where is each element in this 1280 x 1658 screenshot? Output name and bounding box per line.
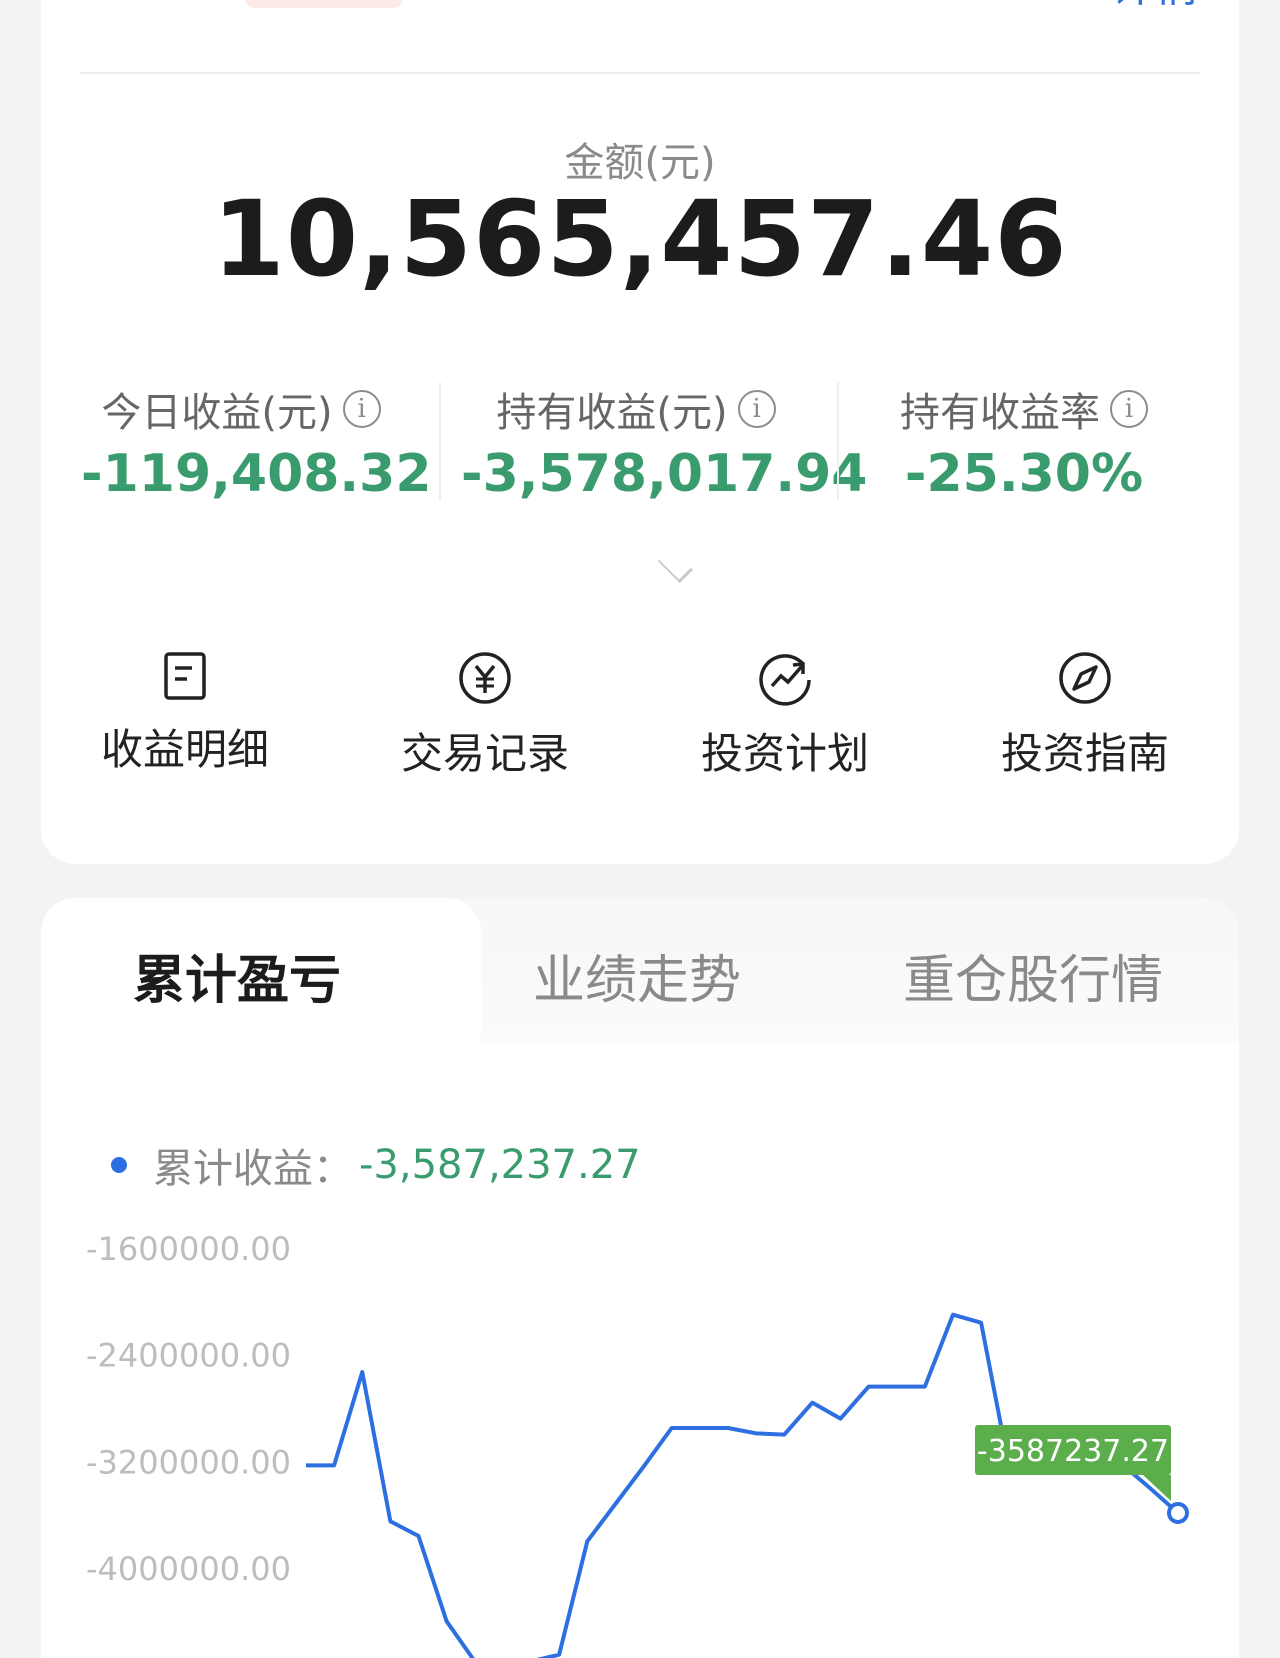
tab-cumulative-pnl[interactable]: 累计盈亏 — [133, 938, 341, 1013]
chart-legend: 累计收益： -3,587,237.27 — [111, 1136, 641, 1194]
tag-badge — [245, 0, 403, 8]
tab-top-holdings[interactable]: 重仓股行情 — [903, 938, 1163, 1013]
menu-profit-details[interactable]: 收益明细 — [65, 650, 305, 777]
summary-card: 详情 金额(元) 10,565,457.46 今日收益(元) i -119,40… — [41, 0, 1239, 864]
chart-card: 累计盈亏 业绩走势 重仓股行情 累计收益： -3,587,237.27 -160… — [41, 898, 1239, 1658]
menu-investment-plan[interactable]: 投资计划 — [665, 650, 905, 781]
menu-investment-guide[interactable]: 投资指南 — [965, 650, 1205, 781]
document-icon — [164, 652, 206, 700]
stat-divider — [439, 382, 441, 500]
stat-holding-rate-label: 持有收益率 — [900, 390, 1100, 436]
menu-label: 收益明细 — [100, 725, 269, 774]
menu-label: 投资计划 — [700, 729, 869, 778]
chevron-down-icon[interactable] — [657, 547, 694, 584]
legend-dot — [111, 1157, 127, 1173]
legend-label: 累计收益： — [153, 1146, 353, 1192]
stat-today-profit: 今日收益(元) i -119,408.32 — [81, 380, 432, 504]
tooltip-value: -3587237.27 — [977, 1434, 1169, 1469]
stat-today-profit-value: -119,408.32 — [81, 444, 432, 504]
stat-holding-profit: 持有收益(元) i -3,578,017.94 — [461, 380, 868, 504]
y-tick-label: -3200000.00 — [86, 1443, 291, 1481]
cumulative-profit-chart: -1600000.00 -2400000.00 -3200000.00 -400000… — [86, 1230, 1189, 1658]
stat-holding-profit-value: -3,578,017.94 — [461, 444, 868, 504]
menu-trade-records[interactable]: 交易记录 — [365, 650, 605, 781]
trend-up-icon — [759, 654, 811, 706]
menu-label: 投资指南 — [1000, 729, 1169, 778]
tab-bar: 累计盈亏 业绩走势 重仓股行情 — [41, 898, 1239, 1042]
y-tick-label: -4000000.00 — [86, 1550, 291, 1588]
menu-label: 交易记录 — [400, 729, 569, 778]
compass-icon — [1059, 652, 1111, 704]
stat-holding-rate: 持有收益率 i -25.30% — [859, 380, 1189, 504]
stat-holding-rate-value: -25.30% — [904, 444, 1144, 504]
divider — [80, 72, 1200, 74]
info-icon[interactable]: i — [1110, 390, 1148, 428]
series-line — [306, 1312, 1180, 1658]
stat-holding-profit-label: 持有收益(元) — [496, 390, 728, 436]
stat-divider — [837, 382, 839, 500]
yuan-icon — [459, 652, 511, 704]
stat-today-profit-label: 今日收益(元) — [101, 390, 333, 436]
tab-performance-trend[interactable]: 业绩走势 — [533, 938, 741, 1013]
info-icon[interactable]: i — [342, 390, 381, 428]
last-point-marker — [1167, 1501, 1189, 1524]
details-link[interactable]: 详情 — [1111, 0, 1199, 14]
y-tick-label: -2400000.00 — [86, 1337, 291, 1375]
amount-value: 10,565,457.46 — [212, 178, 1068, 300]
legend-value: -3,587,237.27 — [359, 1142, 641, 1188]
info-icon[interactable]: i — [737, 390, 776, 428]
y-tick-label: -1600000.00 — [86, 1230, 291, 1268]
